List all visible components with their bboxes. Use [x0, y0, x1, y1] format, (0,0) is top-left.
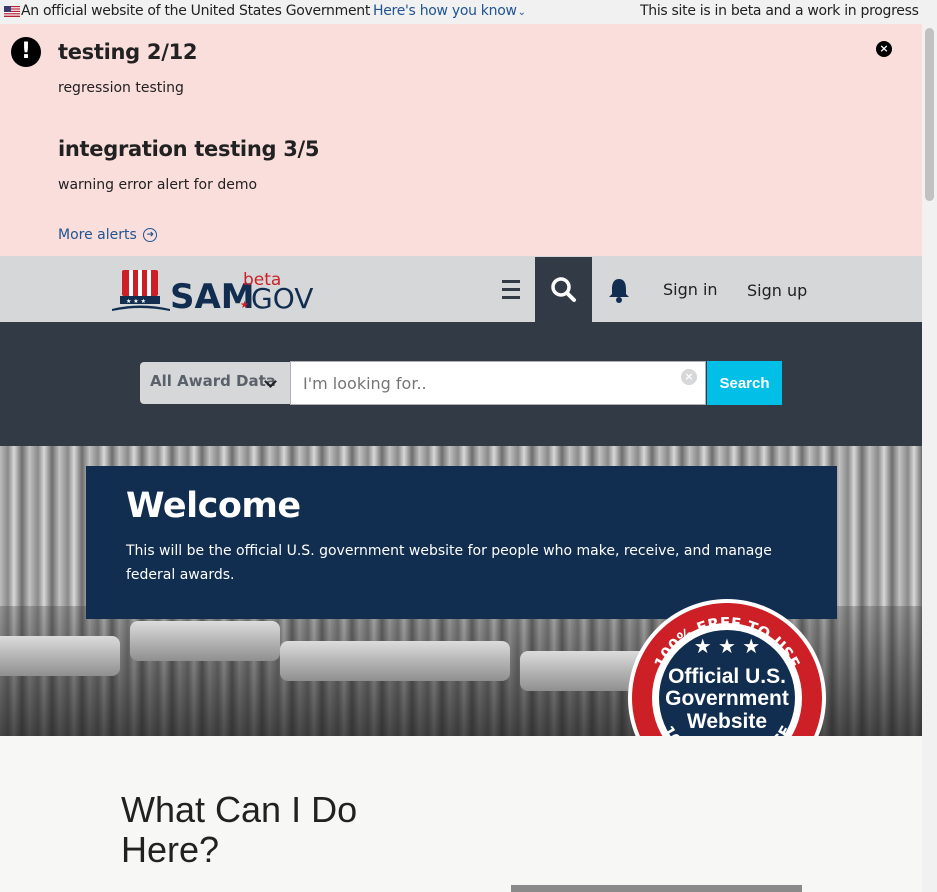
welcome-title: Welcome: [126, 486, 301, 526]
search-icon: [551, 277, 576, 302]
scrollbar-thumb[interactable]: [925, 28, 934, 201]
beta-notice: This site is in beta and a work in progr…: [640, 3, 919, 19]
hamburger-icon[interactable]: [500, 275, 522, 301]
sam-gov-logo[interactable]: ★ ★ ★ SAM beta ★ GOV: [112, 268, 317, 314]
section-heading: What Can I Do Here?: [121, 790, 357, 870]
alert-body: warning error alert for demo: [58, 177, 258, 193]
sign-up-link[interactable]: Sign up: [747, 281, 807, 300]
domain-select[interactable]: All Award Data: [140, 362, 290, 404]
how-you-know-link[interactable]: Here's how you know⌄: [373, 3, 526, 19]
seal-line2: Government: [665, 687, 789, 710]
seal-line3: Website: [687, 710, 767, 733]
more-alerts-link[interactable]: More alerts ➜: [58, 227, 158, 243]
section-heading-line2: Here?: [121, 829, 220, 870]
clear-icon[interactable]: ×: [681, 369, 697, 385]
alert-title: integration testing 3/5: [58, 137, 320, 161]
page-scrollbar[interactable]: [922, 0, 937, 892]
search-input[interactable]: [290, 361, 706, 405]
page: An official website of the United States…: [0, 0, 922, 892]
official-site-text: An official website of the United States…: [21, 3, 371, 19]
close-icon[interactable]: ×: [876, 41, 892, 57]
logo-gov-text: GOV: [251, 282, 313, 314]
header-search-button[interactable]: [535, 257, 592, 322]
section-heading-line1: What Can I Do: [121, 789, 358, 830]
sign-in-link[interactable]: Sign in: [663, 280, 718, 299]
svg-text:★ ★ ★: ★ ★ ★: [126, 298, 146, 305]
alert-title: testing 2/12: [58, 40, 198, 64]
arrow-right-circle-icon: ➜: [143, 228, 158, 242]
alert-body: regression testing: [58, 80, 184, 96]
welcome-panel: Welcome This will be the official U.S. g…: [86, 466, 837, 619]
more-alerts-label: More alerts: [58, 227, 137, 243]
search-button[interactable]: Search: [707, 361, 782, 405]
welcome-text: This will be the official U.S. governmen…: [126, 543, 772, 583]
domain-select-label: All Award Data: [150, 372, 276, 390]
seal-line1: Official U.S.: [668, 665, 786, 688]
bell-icon[interactable]: [606, 276, 632, 304]
gov-banner: An official website of the United States…: [0, 0, 922, 24]
how-you-know-label: Here's how you know: [373, 3, 517, 19]
alerts-panel: ! × testing 2/12 regression testing inte…: [0, 24, 922, 256]
exclamation-icon: !: [11, 37, 41, 67]
svg-text:★: ★: [240, 300, 249, 311]
chevron-down-icon: ⌄: [517, 7, 526, 18]
section-image: [511, 885, 802, 892]
svg-text:★ ★ ★: ★ ★ ★: [694, 634, 761, 658]
us-flag-icon: [4, 6, 20, 17]
